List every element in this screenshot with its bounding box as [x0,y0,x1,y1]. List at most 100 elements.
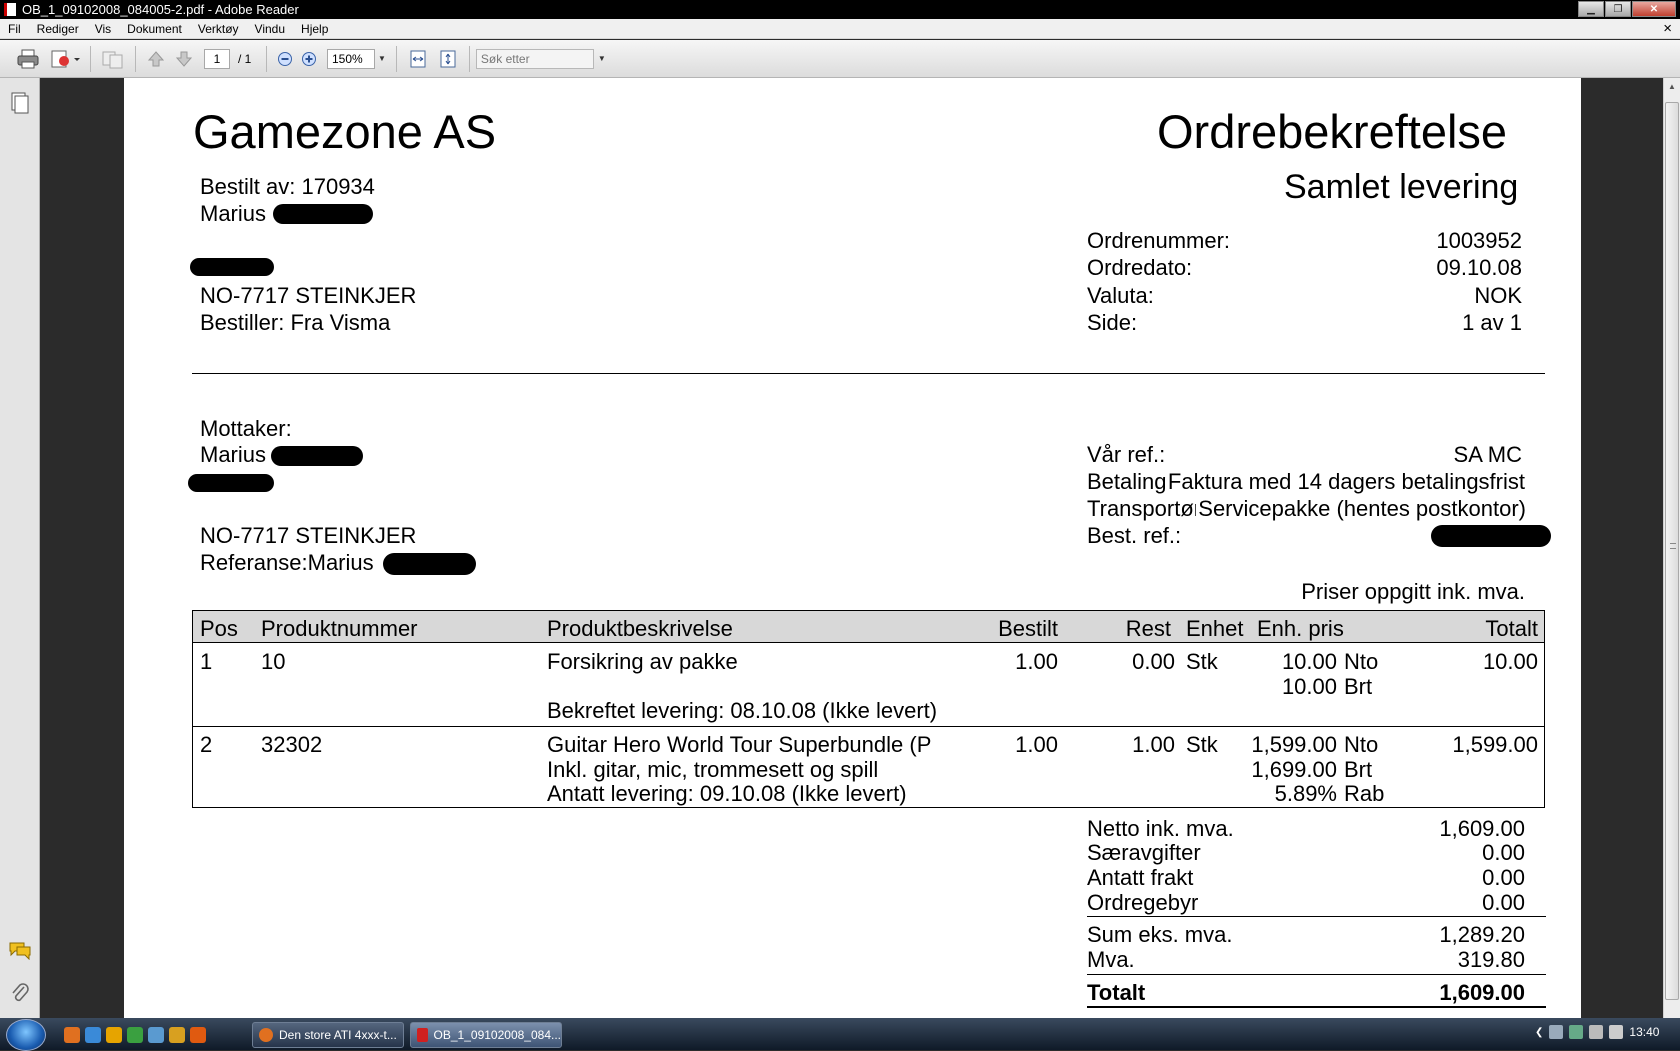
meta-value-order-date: 09.10.08 [1436,255,1522,280]
company-name: Gamezone AS [193,105,497,158]
line-2-discount-label: Rab [1344,781,1385,806]
line-2-price-net: 1,599.00 [1251,732,1337,757]
summary-value-sum-ex-vat: 1,289.20 [1439,922,1525,947]
total-underline [1087,1006,1546,1008]
close-document-button[interactable]: × [1663,20,1672,37]
line-2-unit: Stk [1186,732,1218,757]
orderer: Bestiller: Fra Visma [200,310,391,335]
line-1-total: 10.00 [1482,649,1538,674]
fit-page-icon [440,50,456,67]
paperclip-icon[interactable] [10,982,30,1004]
summary-label-sum-ex-vat: Sum eks. mva. [1087,922,1233,947]
start-button[interactable] [6,1019,46,1051]
column-header-rest: Rest [1125,616,1171,641]
search-input[interactable]: Søk etter [475,48,594,69]
taskbar-item-label: OB_1_09102008_084... [433,1028,561,1042]
menu-verktoy[interactable]: Verktøy [190,22,247,36]
summary-label-freight: Antatt frakt [1087,865,1194,890]
line-2-price-gross: 1,699.00 [1251,757,1337,782]
menu-vis[interactable]: Vis [87,22,119,36]
fit-page-button[interactable] [433,46,463,72]
quick-launch [64,1027,206,1043]
pdf-icon [417,1028,428,1042]
taskbar-item-adobe-reader[interactable]: OB_1_09102008_084... [410,1022,562,1048]
arrow-up-icon [147,50,165,66]
scroll-up-arrow-icon[interactable]: ▲ [1664,78,1680,94]
next-page-button[interactable] [170,46,198,72]
clock[interactable]: 13:40 [1629,1025,1659,1039]
line-2-pos: 2 [200,732,213,757]
line-1-ordered: 1.00 [1015,649,1058,674]
firefox-icon[interactable] [64,1027,80,1043]
meta-label-page: Side: [1087,310,1138,335]
print-button[interactable] [10,46,46,72]
summary-label-order-fee: Ordregebyr [1087,890,1199,915]
maximize-button[interactable]: ❐ [1605,1,1631,17]
payment-label: Betaling [1087,469,1167,494]
recipient-name: Marius [200,442,267,467]
menu-fil[interactable]: Fil [0,22,29,36]
buyer-name: Marius [200,201,267,226]
search-options-chevron-icon[interactable]: ▼ [598,54,606,63]
toolbar-separator [266,45,267,72]
internet-explorer-icon[interactable] [85,1027,101,1043]
zoom-level-select[interactable]: 150% [327,48,375,69]
zoom-in-icon [302,51,316,66]
pages-icon[interactable] [10,92,30,114]
document-subtitle: Samlet levering [1284,168,1519,206]
line-1-delivery: Bekreftet levering: 08.10.08 (Ikke lever… [547,698,938,723]
column-header-total: Totalt [1485,616,1538,641]
network-icon[interactable] [1549,1025,1564,1039]
volume-icon[interactable] [1609,1025,1624,1039]
order-lines-table: Pos Produktnummer Produktbeskrivelse Bes… [192,610,1545,808]
meta-value-order-number: 1003952 [1436,228,1522,253]
navigation-panel [0,78,40,1018]
chevron-left-icon[interactable]: ❮ [1535,1027,1543,1038]
menu-dokument[interactable]: Dokument [119,22,190,36]
info-icon[interactable] [106,1027,122,1043]
reference: Referanse:Marius [200,550,374,575]
media-player-icon[interactable] [169,1027,185,1043]
menu-bar: Fil Rediger Vis Dokument Verktøy Vindu H… [0,19,1680,39]
line-1-gross-label: Brt [1344,674,1373,699]
pdf-page: Gamezone AS Ordrebekreftelse Samlet leve… [124,78,1581,1018]
display-icon[interactable] [1589,1025,1604,1039]
comments-icon[interactable] [8,940,32,960]
summary-label-net: Netto ink. mva. [1087,816,1234,841]
spreadsheet-icon[interactable] [127,1027,143,1043]
recipient-postal: NO-7717 STEINKJER [200,523,417,548]
transport-value: Servicepakke (hentes postkontor) [1196,496,1526,521]
zoom-out-button[interactable] [273,46,297,72]
previous-page-button[interactable] [142,46,170,72]
line-1-product-number: 10 [261,649,286,674]
vlc-icon[interactable] [190,1027,206,1043]
ordered-by: Bestilt av: 170934 [200,174,375,199]
redaction-mark [273,204,373,224]
zoom-in-button[interactable] [297,46,321,72]
messenger-icon[interactable] [148,1027,164,1043]
line-2-gross-label: Brt [1344,757,1373,782]
collaborate-button[interactable] [97,46,129,72]
minimize-button[interactable]: ▁ [1578,1,1604,17]
summary-value-freight: 0.00 [1482,865,1525,890]
zoom-out-icon [278,51,292,66]
export-button[interactable] [46,46,84,72]
toolbar-separator [468,45,470,72]
close-window-button[interactable]: ✕ [1632,1,1676,17]
menu-rediger[interactable]: Rediger [29,22,87,36]
menu-hjelp[interactable]: Hjelp [293,22,336,36]
antivirus-icon[interactable] [1569,1025,1584,1039]
page-number-input[interactable]: 1 [204,48,230,69]
line-2-total: 1,599.00 [1452,732,1538,757]
vertical-scrollbar[interactable]: ▲ [1663,78,1680,1018]
document-title: Ordrebekreftelse [1157,105,1508,158]
scrollbar-thumb[interactable] [1665,102,1679,1000]
taskbar-item-browser[interactable]: Den store ATI 4xxx-t... [252,1022,404,1048]
fit-width-button[interactable] [403,46,433,72]
chevron-down-icon[interactable]: ▼ [378,54,386,63]
document-export-icon [51,50,80,67]
recipient-label: Mottaker: [200,416,292,441]
menu-vindu[interactable]: Vindu [247,22,293,36]
toolbar-separator [135,45,136,72]
line-1-description: Forsikring av pakke [547,649,738,674]
